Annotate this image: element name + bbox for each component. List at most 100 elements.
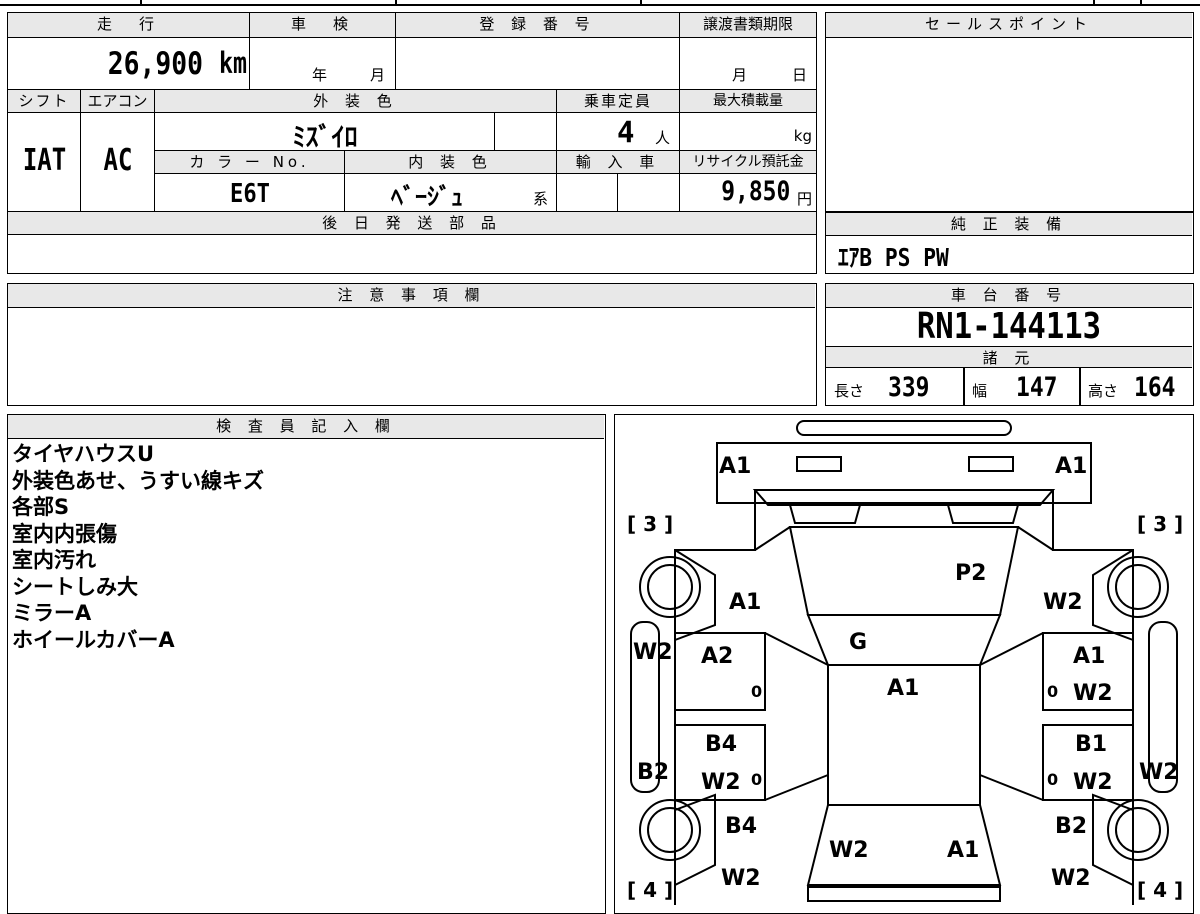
color-no-header: カ ラ ー No. [155,151,345,174]
sales-point-header: セールスポイント [826,13,1192,38]
height-value: 164 [1134,372,1176,403]
tire-tread-rear-right: [ 4 ] [1137,878,1183,902]
length-label: 長さ [834,382,865,400]
registration-cell [396,38,680,90]
tire-tread-front-left: [ 3 ] [627,512,673,536]
inspection-header: 車 検 [250,13,396,38]
damage-marks: [ 3 ] [ 3 ] [ 4 ] [ 4 ] A1 A1 P2 A1 W2 G… [627,454,1183,902]
mark-left-pillar-rear: B2 [637,760,669,785]
mark-windshield: G [849,630,867,655]
deadline-month-label: 月 [732,66,748,84]
recycle-unit: 円 [796,190,812,208]
mark-left-quarter: B4 [725,814,757,839]
mark-right-front-fender: W2 [1043,590,1083,615]
deadline-cell: 月 日 [680,38,816,90]
chassis-header: 車 台 番 号 [826,284,1192,308]
inspection-cell: 年 月 [250,38,396,90]
mark-right-rear-door-1: B1 [1075,732,1107,757]
capacity-header: 乗車定員 [557,90,680,113]
tire-tread-front-right: [ 3 ] [1137,512,1183,536]
length-value: 339 [888,372,930,403]
aircon-cell: AC [81,113,155,212]
mark-right-rear-door-2: W2 [1073,770,1113,795]
inspector-note-line: ミラーA [12,601,92,625]
height-label: 高さ [1088,382,1119,400]
zero-mark: 0 [1047,682,1058,701]
inspector-note-line: 外装色あせ、うすい線キズ [12,468,264,493]
mark-left-rear-door-2: W2 [701,770,741,795]
inspector-note-line: シートしみ大 [12,574,138,599]
inspector-note-line: 各部S [12,495,70,519]
chassis-box: 車 台 番 号 RN1-144113 諸 元 長さ 339 幅 147 高さ 1… [825,283,1194,406]
mark-rear-right: A1 [947,838,979,863]
mark-left-rear-door-1: B4 [705,732,737,757]
interior-color-cell: ﾍﾞｰｼﾞｭ 系 [345,174,557,212]
mileage-unit: km [219,46,247,80]
max-load-unit: kg [793,127,812,145]
mileage-cell: 26,900 km [8,38,250,90]
width-value: 147 [1016,372,1058,403]
car-damage-diagram: [ 3 ] [ 3 ] [ 4 ] [ 4 ] A1 A1 P2 A1 W2 G… [627,420,1183,905]
later-parts-cell [8,235,816,272]
inspector-notes-list: タイヤハウスU 外装色あせ、うすい線キズ 各部S 室内内張傷 室内汚れ シートし… [12,441,264,653]
shift-header: シフト [8,90,81,113]
exterior-color-extra-cell [495,113,557,151]
capacity-unit: 人 [655,129,671,147]
interior-color-suffix: 系 [533,190,549,208]
sales-point-box: セールスポイント [825,12,1194,212]
exterior-color-value: ﾐｽﾞｲﾛ [292,123,358,153]
mark-left-pillar-front: W2 [633,640,673,665]
recycle-header: リサイクル預託金 [680,151,816,174]
recycle-cell: 9,850 円 [680,174,816,212]
capacity-cell: 4 人 [557,113,680,151]
import-header: 輸 入 車 [557,151,680,174]
later-parts-header: 後 日 発 送 部 品 [8,212,816,235]
color-no-value: E6T [230,179,270,209]
aircon-header: エアコン [81,90,155,113]
interior-color-value: ﾍﾞｰｼﾞｭ [391,183,463,211]
vehicle-info-table: 走 行 車 検 登 録 番 号 譲渡書類期限 26,900 km 年 月 月 日… [7,12,817,274]
genuine-equipment-box: 純 正 装 備 ｴｱB PS PW [825,212,1194,274]
mileage-value: 26,900 [107,46,203,82]
mark-rear-left: W2 [829,838,869,863]
shift-cell: IAT [8,113,81,212]
recycle-value: 9,850 [720,176,790,207]
zero-mark: 0 [1047,770,1058,789]
mark-front-bumper-left: A1 [719,454,751,479]
mark-right-front-door-2: W2 [1073,681,1113,706]
inspector-note-line: 室内内張傷 [12,521,117,546]
inspector-header: 検 査 員 記 入 欄 [8,415,604,439]
mark-roof: A1 [887,676,919,701]
max-load-cell: kg [680,113,816,151]
inspection-year-label: 年 [312,66,328,84]
mark-left-front-door: A2 [701,644,733,669]
mark-left-front-fender: A1 [729,590,761,615]
genuine-equipment-value: ｴｱB PS PW [838,243,949,272]
inspector-note-line: タイヤハウスU [12,442,155,466]
max-load-header: 最大積載量 [680,90,816,113]
mileage-header: 走 行 [8,13,250,38]
color-no-cell: E6T [155,174,345,212]
mark-right-front-door-1: A1 [1073,644,1105,669]
import-cell-2 [618,174,680,212]
interior-color-header: 内 装 色 [345,151,557,174]
specs-header: 諸 元 [826,346,1192,368]
inspection-month-label: 月 [370,66,386,84]
mark-right-pillar-rear: W2 [1139,760,1179,785]
shift-value: IAT [22,143,67,178]
zero-mark: 0 [751,682,762,701]
notes-header: 注 意 事 項 欄 [8,284,815,308]
aircon-value: AC [103,143,133,178]
mark-hood: P2 [955,561,986,586]
inspector-note-line: 室内汚れ [12,548,96,572]
inspector-note-line: ホイールカバーA [12,627,175,652]
deadline-day-label: 日 [792,66,808,84]
mark-rear-bumper-left: W2 [721,866,761,891]
inspector-box: 検 査 員 記 入 欄 タイヤハウスU 外装色あせ、うすい線キズ 各部S 室内内… [7,414,606,914]
top-partial-strip [0,0,1200,6]
mark-front-bumper-right: A1 [1055,454,1087,479]
zero-mark: 0 [751,770,762,789]
notes-box: 注 意 事 項 欄 [7,283,817,406]
width-label: 幅 [972,382,988,400]
import-cell-1 [557,174,618,212]
